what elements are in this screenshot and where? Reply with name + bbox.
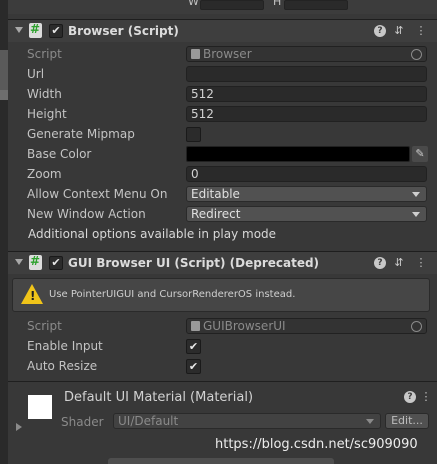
width-input[interactable]: 512 [186,86,427,102]
allow-context-menu-value: Editable [191,187,240,201]
shader-dropdown[interactable]: UI/Default [113,413,381,429]
material-foldout-icon[interactable] [16,423,22,431]
eyedropper-icon[interactable]: ✎ [412,146,428,162]
chevron-down-icon [412,212,420,217]
preset-settings-icon[interactable]: ⇵ [393,25,405,37]
scene-edge-strip [0,0,8,464]
w-label: W [188,0,199,8]
height-label: Height [27,107,67,121]
new-window-action-dropdown[interactable]: Redirect [186,206,427,222]
script-label: Script [27,47,62,61]
context-menu-icon[interactable]: ⋮ [420,391,432,403]
watermark-text: https://blog.csdn.net/sc909090 [215,437,418,452]
help-icon[interactable]: ? [374,257,386,269]
add-component-button-edge[interactable] [108,458,334,464]
browser-enabled-checkbox[interactable]: ✔ [49,24,63,38]
browser-component-header[interactable]: ✔ Browser (Script) ? ⇵ ⋮ [8,19,437,42]
gui-browser-component-title: GUI Browser UI (Script) (Deprecated) [68,256,320,270]
deprecation-warning-box: ! Use PointerUIGUI and CursorRendererOS … [12,278,430,312]
w-field[interactable] [200,0,264,10]
url-input[interactable] [186,66,427,82]
scene-edge-shade-light [0,90,8,100]
shader-value: UI/Default [118,414,179,428]
h-field[interactable] [284,0,348,10]
context-menu-icon[interactable]: ⋮ [415,25,427,37]
base-color-label: Base Color [27,147,92,161]
gui-script-label: Script [27,319,62,333]
script-icon [29,22,42,38]
gui-browser-component-header[interactable]: ✔ GUI Browser UI (Script) (Deprecated) ?… [8,251,437,274]
object-picker-icon[interactable] [411,321,422,332]
allow-context-menu-label: Allow Context Menu On [27,187,168,201]
height-input[interactable]: 512 [186,106,427,122]
play-mode-note: Additional options available in play mod… [28,227,277,241]
new-window-action-value: Redirect [191,207,241,221]
script-icon [29,254,42,270]
generate-mipmap-label: Generate Mipmap [27,127,135,141]
base-color-swatch[interactable] [186,146,410,162]
help-icon[interactable]: ? [404,391,416,403]
context-menu-icon[interactable]: ⋮ [415,257,427,269]
script-value: Browser [203,47,252,61]
preset-settings-icon[interactable]: ⇵ [393,257,405,269]
object-picker-icon[interactable] [411,49,422,60]
chevron-down-icon [412,192,420,197]
help-icon[interactable]: ? [374,25,386,37]
gui-script-field[interactable]: GUIBrowserUI [186,318,427,334]
url-label: Url [27,67,45,81]
script-field[interactable]: Browser [186,46,427,62]
new-window-action-label: New Window Action [27,207,146,221]
enable-input-checkbox[interactable]: ✔ [186,339,201,354]
scene-edge-shade [0,50,8,90]
zoom-input[interactable]: 0 [186,166,427,182]
auto-resize-label: Auto Resize [27,359,98,373]
gui-browser-enabled-checkbox[interactable]: ✔ [49,256,63,270]
width-label: Width [27,87,62,101]
script-asset-icon [191,321,200,331]
warning-icon-mark: ! [30,289,36,303]
script-asset-icon [191,49,200,59]
deprecation-warning-text: Use PointerUIGUI and CursorRendererOS in… [49,289,296,300]
foldout-arrow-icon[interactable] [15,27,23,33]
enable-input-label: Enable Input [27,339,103,353]
browser-component-title: Browser (Script) [68,24,179,38]
edit-shader-button[interactable]: Edit... [385,413,429,429]
allow-context-menu-dropdown[interactable]: Editable [186,186,427,202]
gui-script-value: GUIBrowserUI [203,319,286,333]
h-label: H [273,0,282,8]
zoom-label: Zoom [27,167,62,181]
foldout-arrow-icon[interactable] [15,259,23,265]
auto-resize-checkbox[interactable]: ✔ [186,359,201,374]
section-divider [8,381,437,382]
material-preview-thumbnail [28,395,52,419]
material-title: Default UI Material (Material) [64,390,254,405]
shader-label: Shader [61,415,104,429]
generate-mipmap-checkbox[interactable] [186,127,201,142]
chevron-down-icon [366,419,374,424]
